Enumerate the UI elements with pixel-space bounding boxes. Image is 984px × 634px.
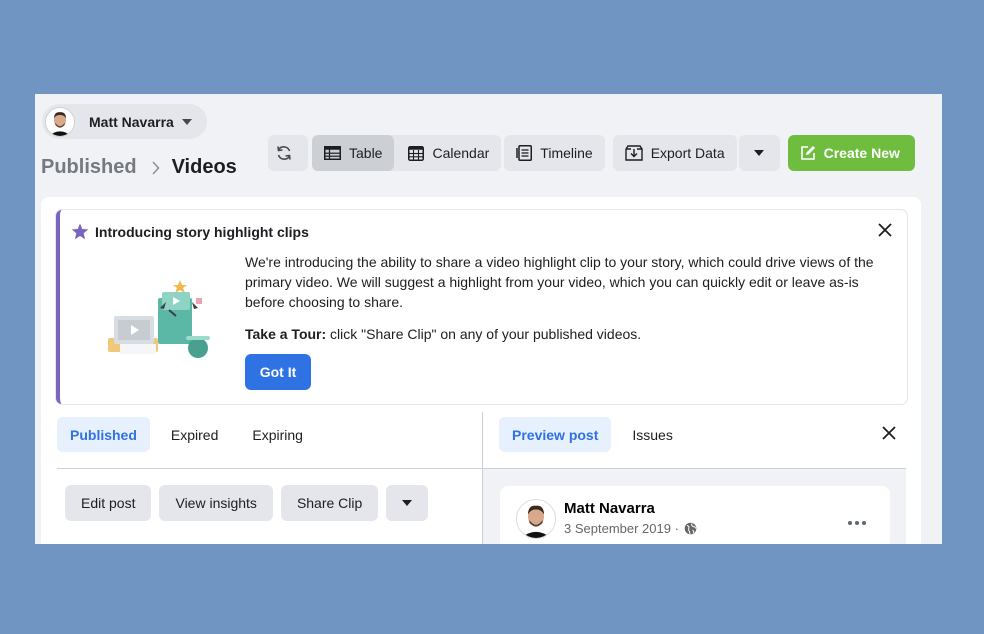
tab-expired[interactable]: Expired — [158, 417, 231, 452]
close-icon — [882, 426, 896, 440]
banner-tour-line: Take a Tour: click "Share Clip" on any o… — [245, 324, 885, 344]
preview-close-button[interactable] — [882, 426, 896, 445]
table-icon — [324, 146, 341, 160]
post-actions: Edit post View insights Share Clip — [65, 485, 436, 521]
divider — [57, 468, 482, 469]
post-author[interactable]: Matt Navarra — [564, 500, 655, 517]
tab-published[interactable]: Published — [57, 417, 150, 452]
table-view-button[interactable]: Table — [312, 135, 395, 171]
more-icon — [848, 521, 866, 525]
banner-title: Introducing story highlight clips — [95, 223, 309, 240]
content-panel: Introducing story highlight clips We're … — [41, 197, 921, 544]
tab-preview-post[interactable]: Preview post — [499, 417, 612, 452]
toolbar: Table Calendar Timeline Export Data Crea… — [268, 135, 915, 171]
share-clip-button[interactable]: Share Clip — [280, 485, 379, 521]
calendar-icon — [408, 146, 425, 161]
preview-area: Matt Navarra 3 September 2019 · — [483, 469, 906, 544]
page-title: Videos — [171, 156, 237, 178]
export-data-button[interactable]: Export Data — [612, 135, 737, 171]
banner-body: We're introducing the ability to share a… — [245, 252, 885, 344]
chevron-down-icon — [754, 150, 765, 156]
profile-name: Matt Navarra — [89, 113, 174, 130]
chevron-down-icon — [181, 118, 192, 125]
post-avatar — [516, 499, 556, 539]
banner-header: Introducing story highlight clips — [71, 223, 309, 240]
story-clips-illustration-icon — [108, 280, 210, 358]
breadcrumb-parent[interactable]: Published — [41, 156, 137, 179]
view-insights-button[interactable]: View insights — [159, 485, 273, 521]
create-new-button[interactable]: Create New — [787, 135, 915, 171]
preview-tabs: Preview post Issues — [499, 417, 694, 452]
announcement-banner: Introducing story highlight clips We're … — [56, 210, 907, 404]
page-switcher[interactable]: Matt Navarra — [42, 104, 207, 139]
status-tabs: Published Expired Expiring — [57, 417, 324, 452]
breadcrumb: Published Videos — [41, 156, 237, 179]
post-meta: 3 September 2019 · — [564, 521, 697, 536]
timeline-group: Timeline — [504, 135, 605, 171]
export-group: Export Data — [612, 135, 780, 171]
star-icon — [71, 223, 89, 240]
table-view-label: Table — [349, 145, 383, 161]
chevron-right-icon — [151, 160, 160, 175]
view-switcher: Table Calendar — [312, 135, 502, 171]
banner-close-button[interactable] — [878, 223, 892, 242]
got-it-button[interactable]: Got It — [245, 354, 311, 390]
refresh-button[interactable] — [268, 135, 308, 171]
export-options-button[interactable] — [738, 135, 780, 171]
tab-issues[interactable]: Issues — [619, 417, 685, 452]
timeline-icon — [516, 145, 533, 161]
calendar-view-label: Calendar — [432, 145, 490, 161]
calendar-view-button[interactable]: Calendar — [396, 135, 501, 171]
more-actions-button[interactable] — [386, 485, 429, 521]
timeline-view-label: Timeline — [540, 145, 593, 161]
preview-pane: Preview post Issues Matt Navarra 3 Septe… — [483, 412, 906, 544]
export-data-label: Export Data — [650, 145, 725, 161]
refresh-icon — [277, 146, 291, 160]
post-more-button[interactable] — [848, 512, 866, 530]
banner-description: We're introducing the ability to share a… — [245, 254, 874, 310]
close-icon — [878, 223, 892, 237]
post-date: 3 September 2019 · — [564, 521, 679, 536]
globe-icon — [684, 522, 697, 535]
edit-post-button[interactable]: Edit post — [65, 485, 152, 521]
create-new-label: Create New — [823, 145, 900, 161]
chevron-down-icon — [402, 500, 413, 506]
tab-expiring[interactable]: Expiring — [239, 417, 316, 452]
tour-text: click "Share Clip" on any of your publis… — [326, 326, 642, 342]
timeline-view-button[interactable]: Timeline — [504, 135, 604, 171]
post-preview-card: Matt Navarra 3 September 2019 · — [500, 486, 890, 544]
app-window: Matt Navarra Published Videos Table Cale… — [35, 94, 942, 544]
tour-label: Take a Tour: — [245, 326, 327, 342]
edit-icon — [800, 146, 815, 160]
download-icon — [624, 145, 643, 161]
profile-avatar — [45, 106, 75, 137]
